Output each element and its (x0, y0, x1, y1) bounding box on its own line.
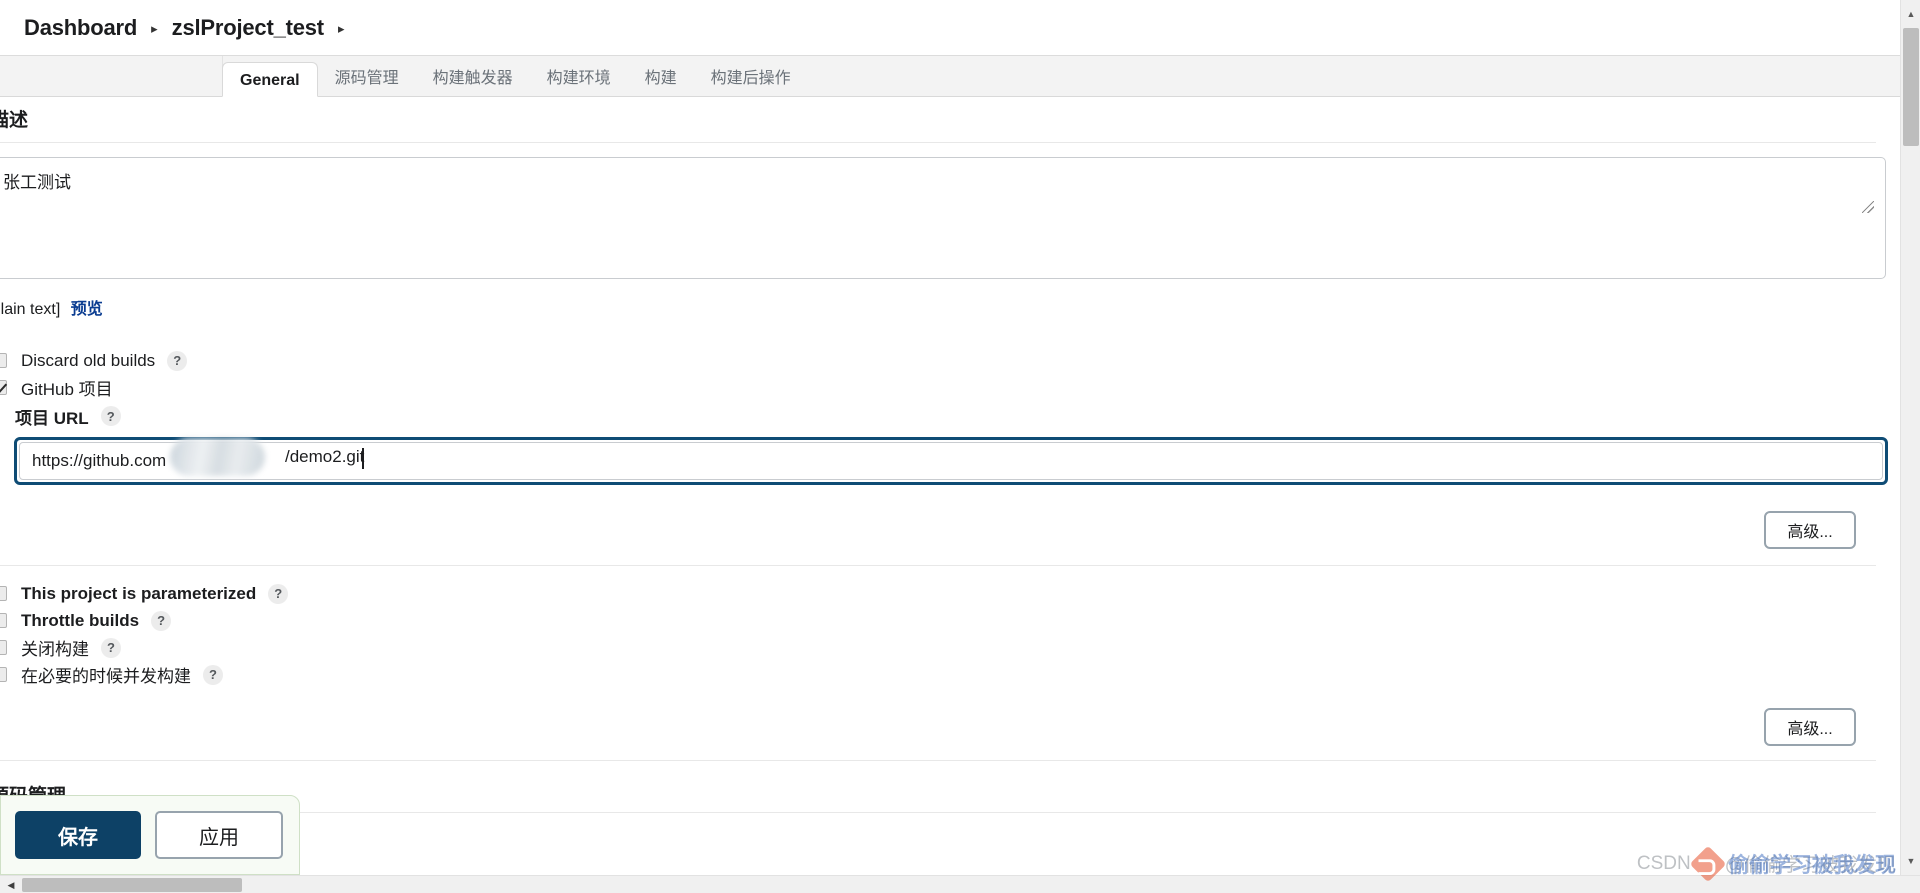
breadcrumb-separator-icon-2[interactable]: ▸ (338, 21, 345, 37)
help-icon-throttle-builds[interactable]: ? (151, 610, 172, 631)
scroll-left-arrow-icon[interactable]: ◀ (4, 878, 18, 892)
tab-general[interactable]: General (222, 62, 318, 97)
tab-build[interactable]: 构建 (628, 61, 694, 96)
config-tabbar: General 源码管理 构建触发器 构建环境 构建 构建后操作 (0, 55, 1900, 97)
tab-post-build-actions[interactable]: 构建后操作 (694, 61, 808, 96)
config-content: 描述 Plain text] 预览 Discard old builds ? G… (0, 97, 1900, 875)
row-this-project-is-parameterized: This project is parameterized ? (0, 580, 1900, 607)
label-concurrent-builds: 在必要的时候并发构建 (21, 667, 191, 686)
project-url-value-suffix: /demo2.git (285, 447, 365, 466)
description-plaintext-row: Plain text] 预览 (0, 284, 1900, 319)
label-github-project: GitHub 项目 (21, 380, 113, 399)
save-button[interactable]: 保存 (15, 811, 141, 859)
scroll-up-arrow-icon[interactable]: ▲ (1901, 4, 1920, 24)
help-icon-this-project-is-parameterized[interactable]: ? (268, 583, 289, 604)
breadcrumb-item-project[interactable]: zslProject_test (172, 15, 324, 41)
row-disable-build: 关闭构建 ? (0, 634, 1900, 661)
row-discard-old-builds: Discard old builds ? (0, 347, 1900, 374)
label-this-project-is-parameterized: This project is parameterized (21, 583, 257, 603)
row-concurrent-builds: 在必要的时候并发构建 ? (0, 661, 1900, 688)
breadcrumb-item-dashboard[interactable]: Dashboard (24, 15, 137, 41)
checkbox-this-project-is-parameterized[interactable] (0, 586, 7, 601)
row-github-project: GitHub 项目 (0, 374, 1900, 401)
checkbox-discard-old-builds[interactable] (0, 353, 7, 368)
advanced-button-2[interactable]: 高级... (1764, 708, 1856, 746)
preview-link[interactable]: 预览 (71, 301, 103, 318)
vertical-scrollbar[interactable]: ▲ ▼ (1900, 0, 1920, 875)
horizontal-scrollbar[interactable]: ◀ (0, 875, 1920, 893)
label-discard-old-builds: Discard old builds (21, 350, 156, 370)
scroll-down-arrow-icon[interactable]: ▼ (1901, 851, 1920, 871)
help-icon-project-url[interactable]: ? (100, 406, 121, 426)
section-title-description: 描述 (0, 110, 29, 131)
apply-button[interactable]: 应用 (155, 811, 283, 859)
help-icon-discard-old-builds[interactable]: ? (167, 350, 188, 371)
checkbox-throttle-builds[interactable] (0, 613, 7, 628)
advanced-row-2: 高级... (0, 702, 1900, 754)
plaintext-label: Plain text] (0, 301, 61, 318)
tab-build-triggers[interactable]: 构建触发器 (416, 61, 530, 96)
help-icon-concurrent-builds[interactable]: ? (203, 664, 223, 685)
checkbox-disable-build[interactable] (0, 640, 7, 655)
breadcrumb-separator-icon: ▸ (151, 21, 158, 36)
jenkins-job-config-page: Dashboard ▸ zslProject_test ▸ General 源码… (0, 0, 1920, 893)
tab-build-environment[interactable]: 构建环境 (530, 61, 628, 96)
row-throttle-builds: Throttle builds ? (0, 607, 1900, 634)
advanced-button-1[interactable]: 高级... (1764, 511, 1856, 549)
help-icon-disable-build[interactable]: ? (101, 637, 121, 658)
advanced-row-1: 高级... (0, 505, 1900, 557)
description-field-wrap (0, 143, 1900, 284)
row-project-url-label: 项目 URL ? (15, 401, 1900, 429)
checkbox-github-project[interactable] (0, 380, 7, 395)
vertical-scrollbar-thumb[interactable] (1903, 28, 1919, 146)
breadcrumb: Dashboard ▸ zslProject_test ▸ (0, 0, 1900, 56)
checkbox-concurrent-builds[interactable] (0, 667, 7, 682)
label-project-url: 项目 URL (15, 408, 89, 428)
label-disable-build: 关闭构建 (21, 640, 89, 659)
label-throttle-builds: Throttle builds (21, 610, 140, 630)
description-textarea[interactable] (0, 157, 1886, 279)
floating-save-bar: 保存 应用 (0, 795, 300, 875)
tab-source-code-management[interactable]: 源码管理 (318, 61, 416, 96)
horizontal-scrollbar-thumb[interactable] (22, 878, 242, 892)
